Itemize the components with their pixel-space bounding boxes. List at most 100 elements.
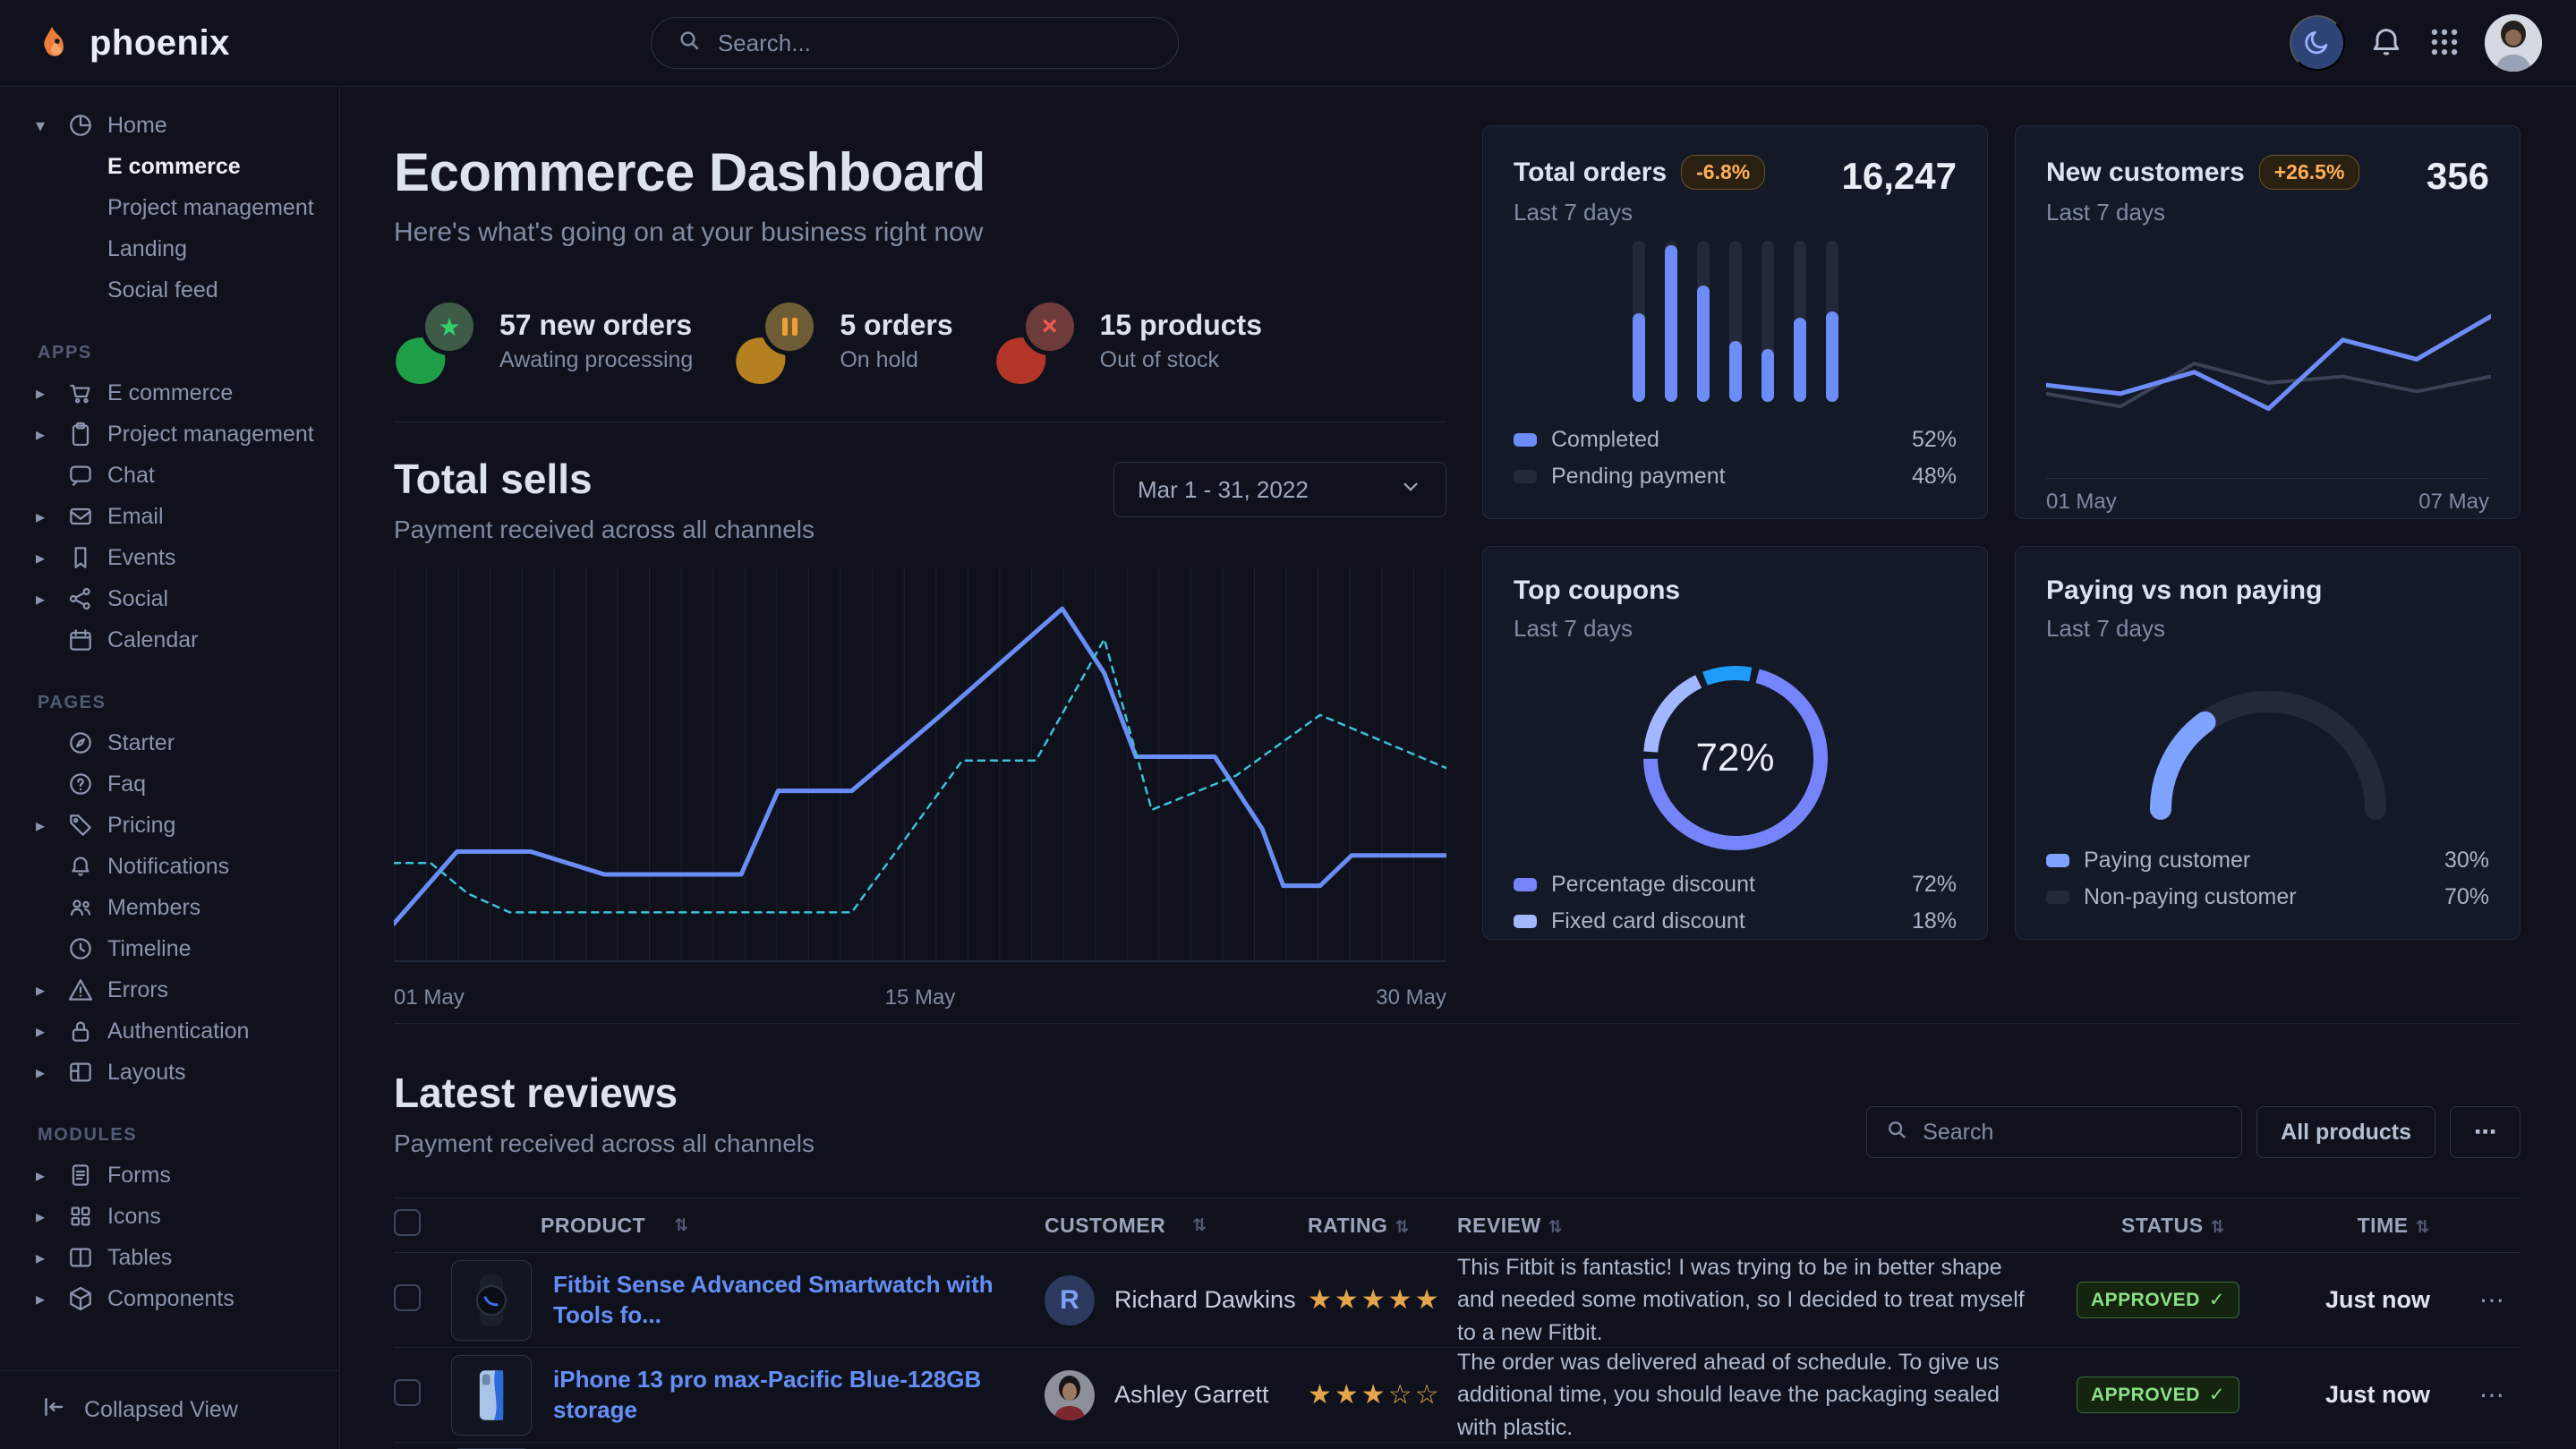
caret-icon: ▸ xyxy=(36,1020,66,1043)
row-actions-button[interactable]: ⋯ xyxy=(2479,1285,2522,1315)
reviews-more-button[interactable]: ⋯ xyxy=(2450,1106,2521,1158)
order-bar xyxy=(1794,241,1806,402)
sidebar-item-landing[interactable]: Landing xyxy=(0,228,339,269)
all-products-button[interactable]: All products xyxy=(2256,1106,2435,1158)
caret-icon: ▸ xyxy=(36,506,66,528)
column-header-time[interactable]: TIME⇅ xyxy=(2256,1214,2479,1238)
notifications-button[interactable] xyxy=(2368,24,2404,63)
caret-icon: ▸ xyxy=(36,1247,66,1269)
sidebar-item-icons[interactable]: ▸Icons xyxy=(0,1196,339,1237)
sort-icon: ⇅ xyxy=(1548,1218,1563,1237)
product-link[interactable]: iPhone 13 pro max-Pacific Blue-128GB sto… xyxy=(553,1365,1045,1426)
total-sells-chart xyxy=(394,567,1446,973)
sidebar-item-authentication[interactable]: ▸Authentication xyxy=(0,1010,339,1052)
sidebar-item-project-management[interactable]: Project management xyxy=(0,187,339,228)
sidebar-item-email[interactable]: ▸Email xyxy=(0,496,339,537)
collapse-icon xyxy=(39,1394,66,1427)
layout-icon xyxy=(66,1058,107,1087)
sidebar-item-pricing[interactable]: ▸Pricing xyxy=(0,805,339,846)
nine-dots-icon xyxy=(2427,25,2461,62)
total-sells-x-axis: 01 May 15 May 30 May xyxy=(394,985,1446,1010)
customer-avatar-letter[interactable]: R xyxy=(1045,1275,1095,1325)
sidebar-item-errors[interactable]: ▸Errors xyxy=(0,969,339,1010)
reviews-search-input[interactable] xyxy=(1923,1120,2223,1146)
select-all-checkbox[interactable] xyxy=(394,1209,421,1236)
calendar-icon xyxy=(66,626,107,654)
caret-icon: ▸ xyxy=(36,382,66,405)
global-search[interactable] xyxy=(651,17,1179,69)
sidebar-item-forms[interactable]: ▸Forms xyxy=(0,1155,339,1196)
sidebar-item-tables[interactable]: ▸Tables xyxy=(0,1237,339,1278)
x-icon: × xyxy=(994,298,1080,384)
sidebar-item-chat[interactable]: Chat xyxy=(0,455,339,496)
stats-row: ★ 57 new orders Awating processing 5 ord… xyxy=(394,298,1446,384)
user-avatar[interactable] xyxy=(2485,14,2542,72)
paying-gauge-chart xyxy=(2046,666,2489,827)
app-root: phoenix xyxy=(0,0,2576,1449)
sort-icon: ⇅ xyxy=(674,1215,688,1236)
product-thumbnail-iphone[interactable] xyxy=(451,1355,532,1436)
brand-logo[interactable]: phoenix xyxy=(34,21,230,66)
review-time: Just now xyxy=(2325,1286,2430,1313)
trend-badge: +26.5% xyxy=(2259,155,2360,190)
card-new-customers: New customers +26.5% Last 7 days 356 xyxy=(2015,125,2521,519)
caret-icon: ▸ xyxy=(36,588,66,610)
sidebar-item-faq[interactable]: Faq xyxy=(0,763,339,805)
rating-stars: ★★★☆☆ xyxy=(1308,1380,1441,1410)
caret-icon: ▸ xyxy=(36,1206,66,1228)
sidebar-item-e-commerce[interactable]: E commerce xyxy=(0,146,339,187)
chevron-down-icon xyxy=(1399,475,1422,505)
column-header-status[interactable]: STATUS⇅ xyxy=(2077,1214,2256,1238)
order-bar xyxy=(1665,241,1677,402)
sidebar-item-starter[interactable]: Starter xyxy=(0,722,339,763)
card-period: Last 7 days xyxy=(2046,615,2322,643)
sidebar-item-events[interactable]: ▸Events xyxy=(0,537,339,578)
cube-icon xyxy=(66,1284,107,1313)
sidebar-item-calendar[interactable]: Calendar xyxy=(0,619,339,661)
column-header-rating[interactable]: RATING⇅ xyxy=(1308,1214,1457,1238)
latest-reviews-section: Latest reviews Payment received across a… xyxy=(394,1023,2521,1449)
theme-toggle-button[interactable] xyxy=(2290,15,2345,71)
clock-icon xyxy=(66,934,107,963)
sidebar-item-home[interactable]: ▾Home xyxy=(0,105,339,146)
phoenix-flame-icon xyxy=(34,21,75,66)
column-header-review[interactable]: REVIEW⇅ xyxy=(1457,1214,2077,1238)
column-header-customer[interactable]: CUSTOMER⇅ xyxy=(1045,1214,1308,1238)
stat-value: 5 orders xyxy=(840,309,952,342)
card-title: New customers xyxy=(2046,158,2245,188)
reviews-search[interactable] xyxy=(1866,1106,2242,1158)
sidebar-item-notifications[interactable]: Notifications xyxy=(0,846,339,887)
row-actions-button[interactable]: ⋯ xyxy=(2479,1380,2522,1410)
sidebar-item-timeline[interactable]: Timeline xyxy=(0,928,339,969)
stat-out-of-stock: × 15 products Out of stock xyxy=(994,298,1262,384)
compass-icon xyxy=(66,729,107,757)
customer-avatar-photo[interactable] xyxy=(1045,1370,1095,1420)
row-checkbox[interactable] xyxy=(394,1284,421,1311)
order-bar xyxy=(1633,241,1645,402)
review-text: The order was delivered ahead of schedul… xyxy=(1457,1346,2041,1444)
global-search-input[interactable] xyxy=(718,30,1153,57)
sidebar-item-project-management[interactable]: ▸Project management xyxy=(0,413,339,455)
sidebar-item-social-feed[interactable]: Social feed xyxy=(0,269,339,311)
stat-label: Awating processing xyxy=(499,347,693,373)
sidebar-item-e-commerce[interactable]: ▸E commerce xyxy=(0,372,339,413)
card-period: Last 7 days xyxy=(1514,615,1680,643)
date-range-select[interactable]: Mar 1 - 31, 2022 xyxy=(1113,462,1446,517)
column-header-product[interactable]: PRODUCT⇅ xyxy=(451,1214,1045,1238)
sidebar-item-components[interactable]: ▸Components xyxy=(0,1278,339,1319)
sidebar-item-layouts[interactable]: ▸Layouts xyxy=(0,1052,339,1093)
new-orders-icon: ★ xyxy=(394,298,480,384)
customer-name: Ashley Garrett xyxy=(1114,1381,1269,1409)
sidebar-section-modules: MODULES xyxy=(0,1093,339,1155)
sidebar-item-members[interactable]: Members xyxy=(0,887,339,928)
product-link[interactable]: Fitbit Sense Advanced Smartwatch with To… xyxy=(553,1270,1045,1331)
collapse-view-button[interactable]: Collapsed View xyxy=(0,1370,339,1449)
row-checkbox[interactable] xyxy=(394,1379,421,1406)
bookmark-icon xyxy=(66,543,107,572)
product-thumbnail-smartwatch[interactable] xyxy=(451,1260,532,1341)
apps-grid-button[interactable] xyxy=(2427,25,2461,62)
kpi-cards: Total orders -6.8% Last 7 days 16,247 xyxy=(1482,125,2521,1010)
review-text: This Fitbit is fantastic! I was trying t… xyxy=(1457,1251,2041,1349)
sidebar-item-social[interactable]: ▸Social xyxy=(0,578,339,619)
legend-row: Paying customer 30% xyxy=(2046,848,2489,874)
